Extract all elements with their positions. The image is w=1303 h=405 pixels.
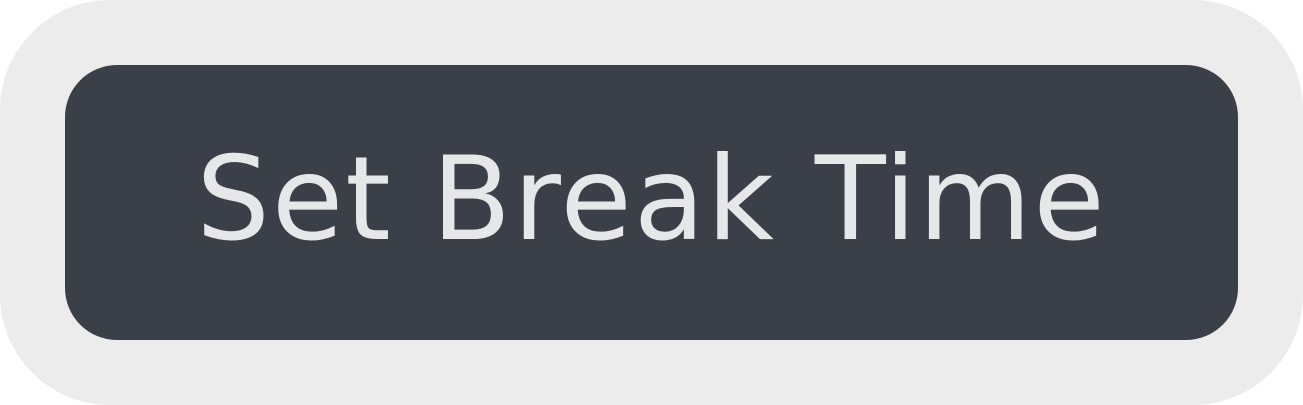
button-container: Set Break Time	[0, 0, 1303, 405]
set-break-time-button[interactable]: Set Break Time	[65, 65, 1238, 340]
button-label: Set Break Time	[196, 131, 1107, 267]
